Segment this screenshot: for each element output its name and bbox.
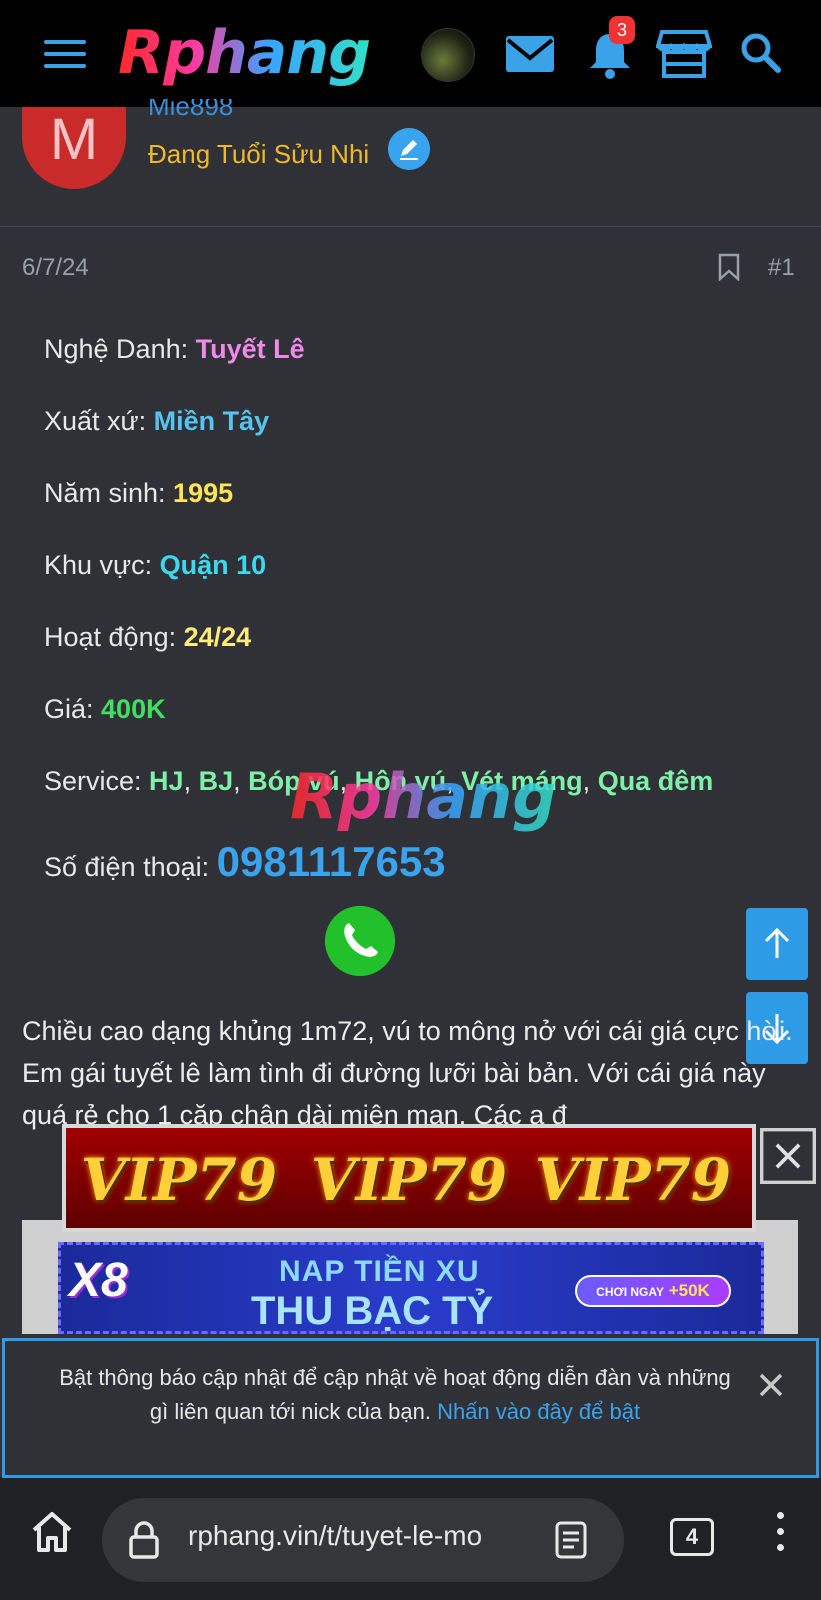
x8-cta-button[interactable]: CHƠI NGAY +50K <box>575 1275 731 1307</box>
x8-ad-inner: X8 NAP TIỀN XU THU BẠC TỶ CHƠI NGAY +50K <box>58 1242 764 1334</box>
info-origin: Xuất xứ: Miền Tây <box>44 406 270 436</box>
store-icon[interactable] <box>656 28 712 80</box>
top-navigation-bar: Rphang 3 <box>0 0 821 107</box>
browser-toolbar: rphang.vin/t/tuyet-le-mo 4 <box>0 1478 821 1600</box>
page: Rphang 3 M Mie898 Đang Tuổi Sửu Nhi 6/7/… <box>0 0 821 1600</box>
info-area: Khu vực: Quận 10 <box>44 550 267 580</box>
info-service: Service: HJ, BJ, Bóp vú, Hôn vú, Vét mán… <box>44 766 714 796</box>
post-number[interactable]: #1 <box>768 254 795 282</box>
lock-icon[interactable] <box>128 1520 160 1560</box>
info-stage-name: Nghệ Danh: Tuyết Lê <box>44 334 305 364</box>
author-avatar[interactable]: M <box>22 107 126 189</box>
vip79-logo: VIP79 <box>534 1146 732 1214</box>
post-body-text: Chiều cao dạng khủng 1m72, vú to mông nở… <box>22 1016 793 1130</box>
notification-count-badge: 3 <box>609 16 635 44</box>
search-icon[interactable] <box>738 28 784 80</box>
info-birth-year: Năm sinh: 1995 <box>44 478 234 508</box>
menu-icon[interactable] <box>44 40 86 68</box>
url-text: rphang.vin/t/tuyet-le-mo <box>188 1520 483 1551</box>
x8-ad-banner[interactable]: X8 NAP TIỀN XU THU BẠC TỶ CHƠI NGAY +50K <box>22 1220 798 1334</box>
scroll-to-top-button[interactable] <box>746 908 808 980</box>
site-logo[interactable]: Rphang <box>118 18 371 88</box>
x8-subheadline: THU BẠC TỶ <box>251 1289 494 1333</box>
author-name[interactable]: Mie898 <box>148 99 233 121</box>
info-phone: Số điện thoại: 0981117653 <box>44 838 446 885</box>
post-date[interactable]: 6/7/24 <box>22 254 89 282</box>
close-icon[interactable] <box>755 1369 787 1401</box>
mail-icon[interactable] <box>502 28 558 80</box>
vip79-ad-banner[interactable]: VIP79 VIP79 VIP79 <box>62 1124 756 1232</box>
vip79-logo: VIP79 <box>80 1146 278 1214</box>
ad-close-icon[interactable] <box>760 1128 816 1184</box>
vip79-logo: VIP79 <box>310 1146 508 1214</box>
user-avatar[interactable] <box>421 28 475 82</box>
more-options-icon[interactable] <box>770 1512 790 1562</box>
x8-logo: X8 <box>69 1254 128 1307</box>
notification-message: Bật thông báo cập nhật để cập nhật về ho… <box>59 1365 731 1424</box>
address-bar[interactable]: rphang.vin/t/tuyet-le-mo <box>102 1498 624 1582</box>
bookmark-icon[interactable] <box>718 253 740 281</box>
verified-edit-icon <box>388 128 430 170</box>
author-title: Đang Tuổi Sửu Nhi <box>148 139 370 169</box>
enable-notifications-link[interactable]: Nhấn vào đây để bật <box>437 1399 640 1424</box>
phone-number-link[interactable]: 0981117653 <box>217 838 446 885</box>
reader-mode-icon[interactable] <box>554 1520 588 1560</box>
push-notification-banner: Bật thông báo cập nhật để cập nhật về ho… <box>2 1338 819 1478</box>
info-price: Giá: 400K <box>44 694 166 724</box>
info-hours: Hoạt động: 24/24 <box>44 622 252 652</box>
call-phone-icon[interactable] <box>325 906 395 976</box>
x8-headline: NAP TIỀN XU <box>279 1255 480 1288</box>
home-icon[interactable] <box>28 1508 76 1556</box>
tab-switcher-button[interactable]: 4 <box>670 1518 714 1556</box>
